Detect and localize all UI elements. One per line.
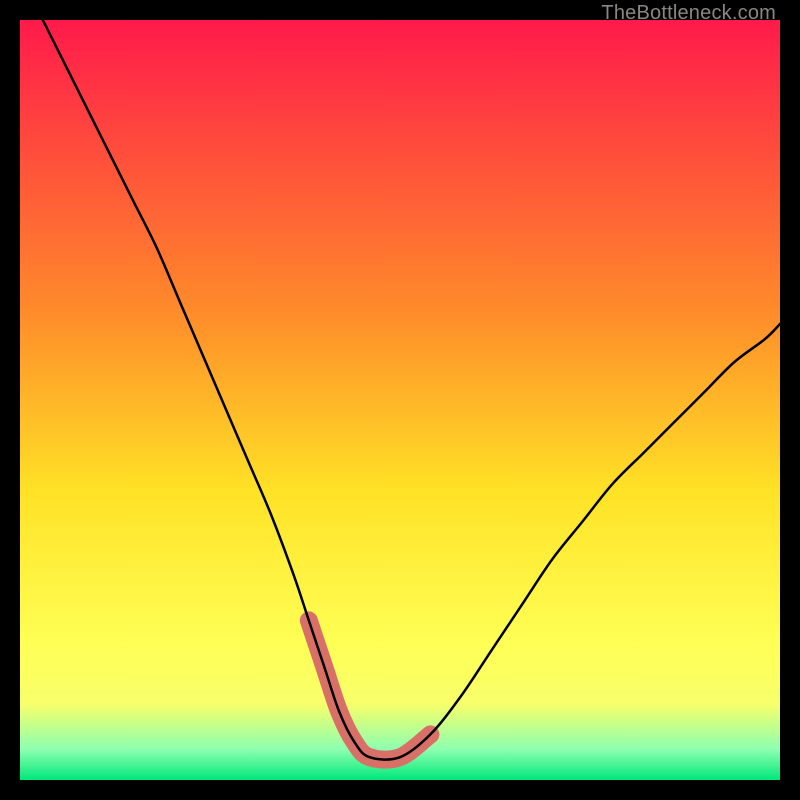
gradient-background xyxy=(20,20,780,780)
bottleneck-chart xyxy=(20,20,780,780)
watermark-text: TheBottleneck.com xyxy=(601,2,776,25)
chart-frame xyxy=(20,20,780,780)
